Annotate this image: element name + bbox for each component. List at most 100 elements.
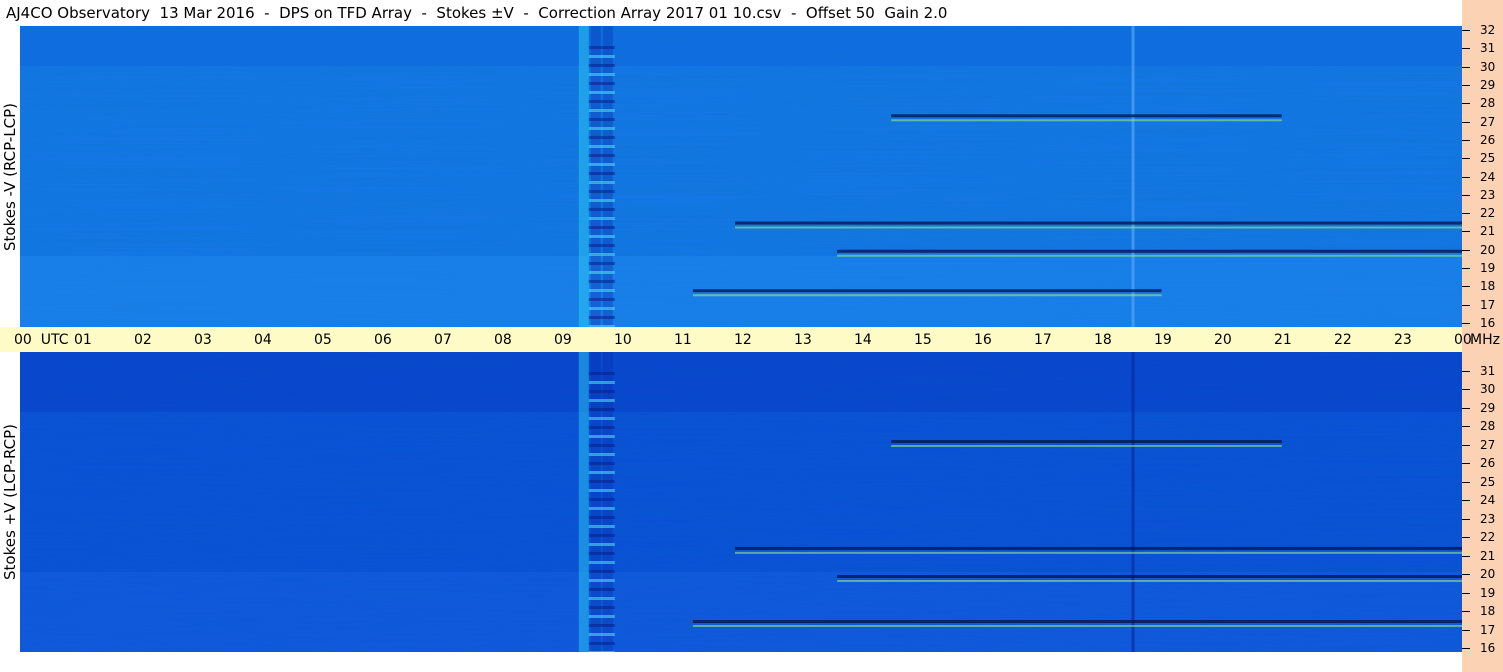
frequency-label: 25 [1480,151,1496,166]
lower-panel-label: Stokes +V (LCP-RCP) [0,352,20,652]
burst-stripe [588,435,615,438]
burst-stripe [588,552,615,555]
time-tick-label: 15 [914,332,932,348]
frequency-label: 18 [1480,604,1496,618]
emission-band [837,575,1462,578]
time-tick-label: 11 [674,332,692,348]
time-tick-label: 04 [254,332,272,348]
burst-stripe [588,579,615,582]
burst-stripe [588,145,615,148]
emission-band-highlight [891,445,1282,447]
frequency-label: 29 [1480,77,1496,92]
frequency-tick [1462,426,1470,427]
lower-bottom-region [20,572,1462,652]
frequency-tick [1462,389,1470,390]
frequency-label: 23 [1480,187,1496,202]
burst-stripe [588,372,615,375]
emission-band-highlight [734,551,1462,554]
burst-stripe [588,498,615,501]
frequency-tick [1462,304,1470,306]
frequency-label: 31 [1480,41,1496,56]
frequency-label: 28 [1480,96,1496,111]
frequency-tick [1462,30,1470,31]
burst-stripe [588,480,615,483]
upper-top-region [20,26,1462,66]
time-tick-label: 10 [614,332,632,348]
time-tick-label: 08 [494,332,512,348]
time-tick-label: 05 [314,332,332,348]
emission-band [891,114,1282,118]
frequency-label: 17 [1480,297,1496,312]
time-tick-label: 03 [194,332,212,348]
burst-stripe [588,109,615,112]
time-axis: 00 UTC 01 02 03 04 05 06 07 08 09 10 11 12 13 14 15 16 17… [0,327,1500,352]
burst-stripe [588,444,615,447]
burst-stripe [588,127,615,130]
burst-stripe [588,262,615,265]
interference-line [1131,26,1135,327]
frequency-tick [1462,592,1470,594]
burst-stripe [588,217,615,220]
frequency-label: 16 [1480,316,1496,330]
frequency-label: 22 [1480,206,1496,221]
interference-line [1131,352,1135,652]
burst-stripe [588,307,615,310]
time-tick-label: 16 [974,332,992,348]
time-tick-label: 09 [554,332,572,348]
burst-stripe [588,471,615,474]
burst-stripe [588,253,615,256]
burst-stripe [588,534,615,537]
burst-column [578,26,589,327]
burst-stripe [588,271,615,274]
burst-stripe [588,633,615,636]
burst-stripe [588,136,615,139]
frequency-tick [1462,648,1470,649]
burst-stripe [588,46,615,49]
burst-stripe [588,489,615,492]
emission-band-highlight [734,226,1462,229]
burst-stripe [588,516,615,519]
lower-top-region [20,352,1462,412]
frequency-label: 20 [1480,242,1496,257]
burst-column [578,352,589,652]
burst-stripe [588,163,615,166]
frequency-label: 26 [1480,132,1496,147]
burst-stripe [588,298,615,301]
frequency-label: 20 [1480,567,1496,581]
burst-stripe [588,390,615,393]
lower-spectrogram [20,352,1462,652]
burst-stripe [588,73,615,76]
lower-panel-label-text: Stokes +V (LCP-RCP) [1,424,19,580]
emission-band [891,440,1282,443]
emission-band-highlight [891,119,1282,122]
burst-stripe [588,118,615,121]
burst-stripe [588,606,615,609]
time-tick-label: 02 [134,332,152,348]
frequency-tick [1462,48,1470,50]
chart-title: AJ4CO Observatory 13 Mar 2016 - DPS on T… [6,4,948,22]
frequency-tick [1462,139,1470,141]
frequency-label: 30 [1480,59,1496,74]
burst-stripe [588,588,615,591]
time-tick-label: 17 [1034,332,1052,348]
time-tick-label: 01 [74,332,92,348]
frequency-label: 26 [1480,456,1496,470]
emission-band-highlight [692,625,1462,627]
upper-panel-label-text: Stokes -V (RCP-LCP) [1,102,19,251]
frequency-tick [1462,611,1470,612]
time-tick-label: 18 [1094,332,1112,348]
emission-band [692,289,1162,293]
time-tick-label: 13 [794,332,812,348]
burst-stripe [588,651,615,652]
burst-stripe [588,91,615,94]
frequency-label: 17 [1480,622,1496,637]
burst-stripe [588,181,615,184]
time-tick-label: 19 [1154,332,1172,348]
burst-stripe [588,399,615,402]
frequency-tick [1462,323,1470,324]
emission-band [734,546,1462,550]
burst-stripe [588,172,615,175]
burst-stripe [588,235,615,238]
frequency-label: 16 [1480,641,1496,655]
burst-stripe [588,280,615,283]
